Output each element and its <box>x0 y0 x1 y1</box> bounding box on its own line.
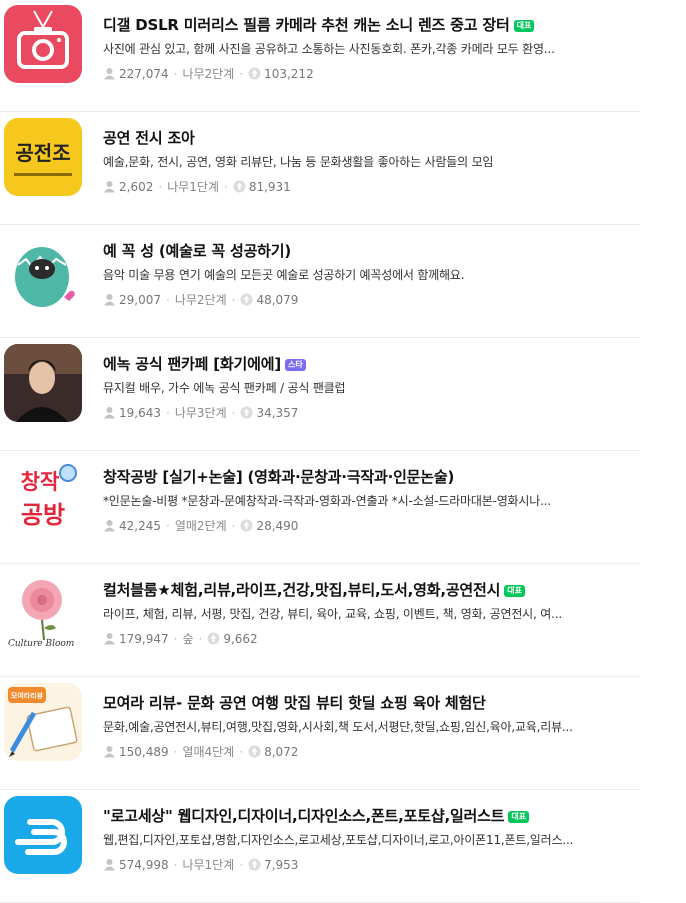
cafe-description: 사진에 관심 있고, 함께 사진을 공유하고 소통하는 사진동호회. 폰카,각종… <box>103 42 555 56</box>
cafe-badge: 스타 <box>284 359 306 371</box>
cafe-ranking: 28,490 <box>256 518 299 533</box>
cafe-level: 나무2단계 <box>182 67 235 81</box>
members-icon <box>104 633 115 645</box>
cafe-meta: 2,602 · 나무1단계 · 81,931 <box>103 178 291 195</box>
members-icon <box>104 746 115 758</box>
ranking-icon <box>207 632 220 645</box>
member-count: 574,998 <box>119 857 169 872</box>
cafe-thumbnail[interactable]: Culture Bloom <box>4 570 82 648</box>
cafe-ranking: 103,212 <box>264 66 314 81</box>
cafe-ranking: 8,072 <box>264 744 299 759</box>
cafe-meta: 19,643 · 나무3단계 · 34,357 <box>103 404 298 421</box>
cafe-description: 예술,문화, 전시, 공연, 영화 리뷰단, 나눔 등 문화생활을 좋아하는 사… <box>103 155 494 169</box>
member-count: 2,602 <box>119 179 154 194</box>
ranking-icon <box>248 745 261 758</box>
thumb-text: 모여라리뷰 <box>11 691 44 700</box>
cafe-title[interactable]: 디갤 DSLR 미러리스 필름 카메라 추천 캐논 소니 렌즈 중고 장터 대표 <box>103 14 638 35</box>
thumb-text: Culture Bloom <box>8 639 74 648</box>
members-icon <box>104 859 115 871</box>
cafe-ranking: 9,662 <box>223 631 258 646</box>
cafe-list-item[interactable]: 에녹 공식 팬카페 [화기에에] 스타 뮤지컬 배우, 가수 에녹 공식 팬카페 … <box>0 339 640 451</box>
member-count: 227,074 <box>119 66 169 81</box>
cafe-badge: 대표 <box>513 20 535 32</box>
ranking-icon <box>240 293 253 306</box>
cafe-list-item[interactable]: 예 꼭 성 (예술로 꼭 성공하기) 음악 미술 무용 연기 예술의 모든곳 예… <box>0 226 640 338</box>
cafe-ranking: 7,953 <box>264 857 299 872</box>
cafe-thumbnail[interactable]: 공전조 <box>4 118 82 196</box>
cafe-title[interactable]: "로고세상" 웹디자인,디자이너,디자인소스,폰트,포토샵,일러스트 대표 <box>103 805 638 826</box>
member-count: 179,947 <box>119 631 169 646</box>
cafe-title[interactable]: 컬처블룸★체험,리뷰,라이프,건강,맛집,뷰티,도서,영화,공연전시 대표 <box>103 579 638 600</box>
ranking-icon <box>233 180 246 193</box>
member-count: 19,643 <box>119 405 161 420</box>
cafe-level: 나무1단계 <box>182 858 235 872</box>
cafe-list-item[interactable]: 공전조 공연 전시 조아 예술,문화, 전시, 공연, 영화 리뷰단, 나눔 등… <box>0 113 640 225</box>
cafe-description: 음악 미술 무용 연기 예술의 모든곳 예술로 성공하기 예꼭성에서 함께해요. <box>103 268 465 282</box>
ranking-icon <box>248 858 261 871</box>
ranking-icon <box>248 67 261 80</box>
cafe-title[interactable]: 에녹 공식 팬카페 [화기에에] 스타 <box>103 353 638 374</box>
cafe-list-item[interactable]: 창작 공방 창작공방 [실기+논술] (영화과·문창과·극작과·인문논술) *인… <box>0 452 640 564</box>
cafe-meta: 227,074 · 나무2단계 · 103,212 <box>103 65 314 82</box>
cafe-ranking: 34,357 <box>256 405 299 420</box>
member-count: 29,007 <box>119 292 161 307</box>
cafe-description: *인문논술-비평 *문창과-문예창작과-극작과-영화과-연출과 *시-소설-드라… <box>103 494 551 508</box>
cafe-ranking: 81,931 <box>248 179 291 194</box>
cafe-level: 나무2단계 <box>174 293 227 307</box>
cafe-thumbnail[interactable]: 창작 공방 <box>4 457 82 535</box>
ranking-icon <box>240 519 253 532</box>
cafe-description: 라이프, 체험, 리뷰, 서평, 맛집, 건강, 뷰티, 육아, 교육, 쇼핑,… <box>103 607 562 621</box>
member-count: 150,489 <box>119 744 169 759</box>
cafe-list-item[interactable]: Culture Bloom 컬처블룸★체험,리뷰,라이프,건강,맛집,뷰티,도서… <box>0 565 640 677</box>
cafe-thumbnail[interactable] <box>4 5 82 83</box>
cafe-meta: 574,998 · 나무1단계 · 7,953 <box>103 856 298 873</box>
cafe-meta: 42,245 · 열매2단계 · 28,490 <box>103 517 298 534</box>
cafe-ranking: 48,079 <box>256 292 299 307</box>
cafe-list-item[interactable]: "로고세상" 웹디자인,디자이너,디자인소스,폰트,포토샵,일러스트 대표 웹,편… <box>0 791 640 903</box>
cafe-meta: 29,007 · 나무2단계 · 48,079 <box>103 291 298 308</box>
cafe-thumbnail[interactable]: 모여라리뷰 <box>4 683 82 761</box>
cafe-thumbnail[interactable] <box>4 796 82 874</box>
cafe-level: 열매4단계 <box>182 745 235 759</box>
cafe-level: 나무3단계 <box>174 406 227 420</box>
cafe-list-item[interactable]: 모여라리뷰 모여라 리뷰- 문화 공연 여행 맛집 뷰티 핫딜 쇼핑 육아 체험… <box>0 678 640 790</box>
cafe-meta: 179,947 · 숲 · 9,662 <box>103 630 258 647</box>
cafe-description: 문화,예술,공연전시,뷰티,여행,맛집,영화,시사회,책 도서,서평단,핫딜,쇼… <box>103 720 573 734</box>
cafe-level: 나무1단계 <box>167 180 219 194</box>
members-icon <box>104 520 115 532</box>
thumb-text: 공전조 <box>15 141 70 165</box>
members-icon <box>104 294 115 306</box>
cafe-level: 숲 <box>182 632 194 646</box>
cafe-title[interactable]: 예 꼭 성 (예술로 꼭 성공하기) <box>103 240 638 261</box>
ranking-icon <box>240 406 253 419</box>
members-icon <box>104 68 115 80</box>
thumb-text-bottom: 공방 <box>21 501 65 529</box>
member-count: 42,245 <box>119 518 161 533</box>
members-icon <box>104 181 115 193</box>
cafe-list-item[interactable]: 디갤 DSLR 미러리스 필름 카메라 추천 캐논 소니 렌즈 중고 장터 대표 … <box>0 0 640 112</box>
cafe-thumbnail[interactable] <box>4 231 82 309</box>
cafe-title[interactable]: 모여라 리뷰- 문화 공연 여행 맛집 뷰티 핫딜 쇼핑 육아 체험단 <box>103 692 638 713</box>
thumb-text-top: 창작 <box>21 470 60 494</box>
cafe-description: 뮤지컬 배우, 가수 에녹 공식 팬카페 / 공식 팬클럽 <box>103 381 346 395</box>
cafe-title[interactable]: 공연 전시 조아 <box>103 127 638 148</box>
cafe-badge: 대표 <box>508 811 530 823</box>
members-icon <box>104 407 115 419</box>
cafe-description: 웹,편집,디자인,포토샵,명함,디자인소스,로고세상,포토샵,디자이너,로고,아… <box>103 833 574 847</box>
cafe-badge: 대표 <box>504 585 525 597</box>
cafe-level: 열매2단계 <box>174 519 227 533</box>
cafe-thumbnail[interactable] <box>4 344 82 422</box>
cafe-meta: 150,489 · 열매4단계 · 8,072 <box>103 743 298 760</box>
cafe-title[interactable]: 창작공방 [실기+논술] (영화과·문창과·극작과·인문논술) <box>103 466 638 487</box>
